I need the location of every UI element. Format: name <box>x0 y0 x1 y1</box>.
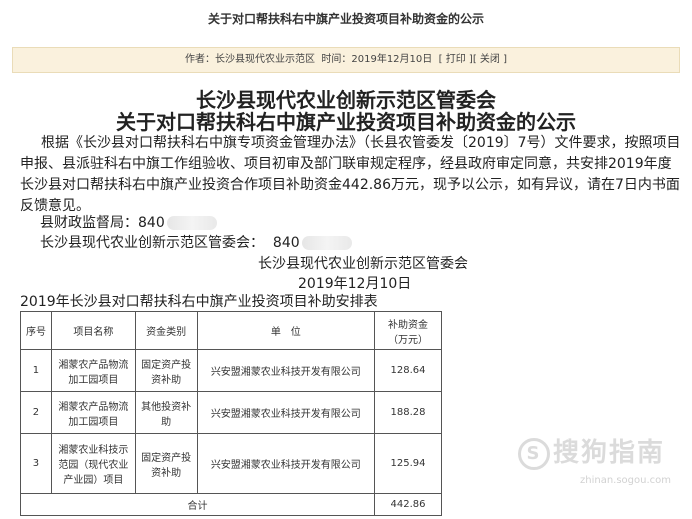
page-title: 关于对口帮扶科右中旗产业投资项目补助资金的公示 <box>0 0 692 40</box>
article-meta-bar: 作者：长沙县现代农业示范区 时间：2019年12月10日 [ 打印 ][ 关闭 … <box>12 47 680 73</box>
watermark-text: 搜狗指南 <box>553 438 666 468</box>
article-title-line1: 长沙县现代农业创新示范区管委会 <box>196 88 496 112</box>
cell-no: 3 <box>20 433 52 494</box>
total-value: 442.86 <box>374 493 442 516</box>
author-label: 作者： <box>185 54 216 65</box>
watermark-url: zhinan.sogou.com <box>580 475 672 486</box>
cell-amount: 125.94 <box>374 433 442 494</box>
table-row: 1 湘蒙农产品物流加工园项目 固定资产投资补助 兴安盟湘蒙农业科技开发有限公司 … <box>20 349 442 392</box>
cell-unit: 兴安盟湘蒙农业科技开发有限公司 <box>196 433 376 494</box>
redacted-phone-blur <box>166 216 217 230</box>
cell-no: 1 <box>20 349 52 392</box>
cell-unit: 兴安盟湘蒙农业科技开发有限公司 <box>196 349 376 392</box>
cell-no: 2 <box>20 391 52 434</box>
header-category: 资金类别 <box>134 311 198 350</box>
contact2-label: 长沙县现代农业创新示范区管委会： <box>40 235 264 251</box>
table-header-row: 序号 项目名称 资金类别 单 位 补助资金 （万元） <box>20 311 442 350</box>
total-label: 合计 <box>19 493 376 516</box>
cell-amount: 128.64 <box>374 349 442 392</box>
time-label: 时间： <box>321 54 352 65</box>
header-unit: 单 位 <box>196 311 376 350</box>
sogou-watermark: S 搜狗指南 <box>518 432 665 470</box>
contact-finance-bureau: 县财政监督局：840 <box>40 213 217 233</box>
page-title-text: 关于对口帮扶科右中旗产业投资项目补助资金的公示 <box>207 12 484 26</box>
signature-date: 2019年12月10日 <box>298 276 412 292</box>
cell-project: 湘蒙农业科技示范园（现代农业产业园）项目 <box>50 433 136 494</box>
header-amount: 补助资金 （万元） <box>374 311 442 350</box>
contact-committee: 长沙县现代农业创新示范区管委会： 840 <box>40 233 352 253</box>
print-link[interactable]: [ 打印 ] <box>439 54 473 65</box>
header-amount-line1: 补助资金 <box>388 319 429 331</box>
article-paragraph: 根据《长沙县对口帮扶科右中旗专项资金管理办法》（长县农管委发〔2019〕7号）文… <box>20 133 682 217</box>
header-amount-line2: （万元） <box>388 334 429 346</box>
sogou-logo-icon: S <box>518 437 550 470</box>
article-paragraph-text: 根据《长沙县对口帮扶科右中旗专项资金管理办法》（长县农管委发〔2019〕7号）文… <box>20 135 681 214</box>
contact1-value: 840 <box>138 215 165 231</box>
cell-category: 其他投资补助 <box>134 391 198 434</box>
cell-project: 湘蒙农产品物流加工园项目 <box>50 391 136 434</box>
signature-org: 长沙县现代农业创新示范区管委会 <box>258 256 468 272</box>
cell-category: 固定资产投资补助 <box>134 349 198 392</box>
table-total-row: 合计 442.86 <box>19 493 442 516</box>
contact2-value: 840 <box>272 235 300 251</box>
table-title: 2019年长沙县对口帮扶科右中旗产业投资项目补助安排表 <box>20 294 378 310</box>
table-row: 2 湘蒙农产品物流加工园项目 其他投资补助 兴安盟湘蒙农业科技开发有限公司 18… <box>20 391 442 434</box>
allocation-table: 序号 项目名称 资金类别 单 位 补助资金 （万元） 1 湘蒙农产品物流加工园项… <box>19 311 442 516</box>
author-value: 长沙县现代农业示范区 <box>215 54 316 65</box>
header-no: 序号 <box>20 311 52 350</box>
cell-unit: 兴安盟湘蒙农业科技开发有限公司 <box>196 391 376 434</box>
cell-project: 湘蒙农产品物流加工园项目 <box>50 349 136 392</box>
contact1-label: 县财政监督局： <box>40 215 138 231</box>
cell-category: 固定资产投资补助 <box>134 433 198 494</box>
header-project: 项目名称 <box>50 311 136 350</box>
cell-amount: 188.28 <box>374 391 442 434</box>
close-link[interactable]: [ 关闭 ] <box>473 54 507 65</box>
article-title-line2: 关于对口帮扶科右中旗产业投资项目补助资金的公示 <box>116 110 576 134</box>
time-value: 2019年12月10日 <box>351 54 433 65</box>
redacted-phone-blur <box>301 236 352 250</box>
table-row: 3 湘蒙农业科技示范园（现代农业产业园）项目 固定资产投资补助 兴安盟湘蒙农业科… <box>20 433 442 494</box>
